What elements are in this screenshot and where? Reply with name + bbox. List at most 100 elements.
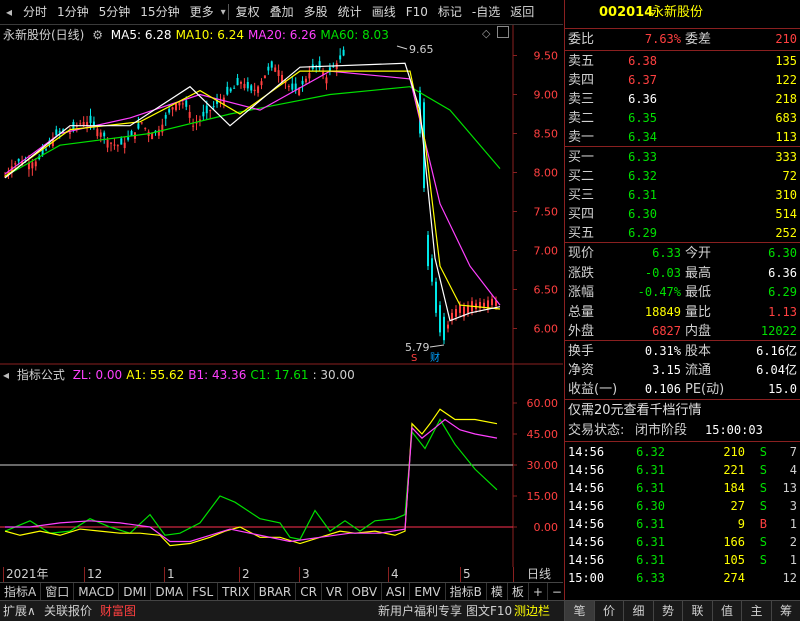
tick-row: 14:566.31105S1 <box>565 551 800 569</box>
candle-body <box>18 159 20 161</box>
tick-side: S <box>760 443 767 461</box>
toolbar-item[interactable]: 统计 <box>333 0 367 24</box>
ma-label: MA60: 8.03 <box>320 28 388 42</box>
toolbar-item[interactable]: 5分钟 <box>94 0 136 24</box>
collapse-icon[interactable]: ◂ <box>0 0 18 24</box>
indicator-tab[interactable]: 板 <box>508 583 529 601</box>
toolbar-item[interactable]: 15分钟 <box>135 0 184 24</box>
indicator-tab[interactable]: 窗口 <box>41 583 74 601</box>
quote-tab[interactable]: 筹 <box>771 601 800 621</box>
toolbar-item[interactable]: F10 <box>401 0 433 24</box>
candle-body <box>124 143 126 148</box>
quote-tab[interactable]: 笔 <box>564 601 594 621</box>
indicator-tab[interactable]: + <box>529 583 548 601</box>
bottom-right-item[interactable]: 测边栏 <box>514 601 550 621</box>
tick-price: 6.31 <box>636 479 665 497</box>
toolbar-item[interactable]: 分时 <box>18 0 52 24</box>
fundamental-row: 换手0.31%股本6.16亿 <box>565 342 800 361</box>
fundamental-label: 流通 <box>685 361 711 380</box>
candle-body <box>172 107 174 109</box>
tick-row: 15:006.3327412 <box>565 569 800 587</box>
stat-label: 总量 <box>568 303 594 322</box>
ma-label: MA5: 6.28 <box>111 28 172 42</box>
indicator-tab[interactable]: BRAR <box>255 583 297 601</box>
indicator-value-label: A1: 55.62 <box>126 368 184 382</box>
x-axis-label: 2021年 <box>3 567 49 582</box>
toolbar-item[interactable]: 标记 <box>433 0 467 24</box>
tick-time: 14:56 <box>568 479 604 497</box>
candle-body <box>267 67 269 71</box>
quote-tab[interactable]: 值 <box>712 601 742 621</box>
indicator-tab[interactable]: TRIX <box>218 583 254 601</box>
toolbar-item[interactable]: 1分钟 <box>52 0 94 24</box>
weibi-label: 委比 <box>568 30 594 49</box>
indicator-chart[interactable]: 60.0045.0030.0015.000.00 ◂ 指标公式 ZL: 0.00… <box>0 365 563 567</box>
toolbar-item[interactable]: 画线 <box>367 0 401 24</box>
indicator-tab[interactable]: VR <box>322 583 348 601</box>
toolbar-item[interactable]: 多股 <box>299 0 333 24</box>
indicator-tab[interactable]: CR <box>296 583 322 601</box>
tick-volume: 105 <box>723 551 745 569</box>
indicator-tab[interactable]: 模 <box>487 583 508 601</box>
tick-count: 7 <box>790 443 797 461</box>
candle-body <box>55 129 57 135</box>
indicator-tab[interactable]: EMV <box>410 583 445 601</box>
promo-text[interactable]: 仅需20元查看千档行情 <box>568 401 702 420</box>
candle-body <box>59 131 61 133</box>
quote-tab[interactable]: 细 <box>623 601 653 621</box>
stat-value: 12022 <box>761 322 797 341</box>
indicator-tab[interactable]: 指标B <box>446 583 487 601</box>
quote-tab[interactable]: 主 <box>741 601 771 621</box>
quote-tab[interactable]: 势 <box>653 601 683 621</box>
toolbar-item[interactable]: 复权 <box>231 0 265 24</box>
candle-body <box>45 149 47 150</box>
settings-icon[interactable]: ⚙ <box>92 28 103 42</box>
candle-body <box>158 130 160 136</box>
period-label[interactable]: 日线 <box>513 567 564 582</box>
candle-body <box>288 86 290 87</box>
quote-tab[interactable]: 价 <box>594 601 624 621</box>
b1-line <box>5 420 497 542</box>
candle-body <box>427 235 429 266</box>
indicator-tab[interactable]: ASI <box>382 583 410 601</box>
bottom-left-item[interactable]: 扩展∧ <box>3 601 36 621</box>
candle-body <box>192 126 194 127</box>
indicator-title[interactable]: 指标公式 <box>17 368 65 382</box>
bottom-left-item[interactable]: 关联报价 <box>44 601 92 621</box>
toolbar-item[interactable]: -自选 <box>467 0 505 24</box>
bottom-right-item[interactable]: 图文F10 <box>466 601 512 621</box>
order-volume: 514 <box>775 205 797 224</box>
quote-tab[interactable]: 联 <box>682 601 712 621</box>
candle-body <box>271 61 273 67</box>
bottom-right-item[interactable]: 新用户福利专享 <box>378 601 462 621</box>
order-volume: 252 <box>775 224 797 243</box>
candle-body <box>110 143 112 144</box>
toolbar-item[interactable]: 返回 <box>505 0 539 24</box>
candle-body <box>435 282 437 313</box>
indicator-tab[interactable]: 指标A <box>0 583 41 601</box>
indicator-tab[interactable]: FSL <box>188 583 218 601</box>
candle-body <box>120 138 122 144</box>
indicator-value-label: C1: 17.61 <box>250 368 308 382</box>
order-volume: 218 <box>775 90 797 109</box>
toolbar-item[interactable]: 更多 <box>185 0 219 24</box>
y-tick-label: 7.00 <box>534 245 559 258</box>
indicator-collapse-icon[interactable]: ◂ <box>3 368 9 382</box>
indicator-tab[interactable]: DMA <box>151 583 188 601</box>
tick-price: 6.31 <box>636 515 665 533</box>
maximize-icon[interactable] <box>497 26 509 38</box>
price-chart[interactable]: 9.509.008.508.007.507.006.506.009.655.79… <box>0 25 563 365</box>
diamond-icon[interactable]: ◇ <box>482 27 490 40</box>
promo-row[interactable]: 仅需20元查看千档行情 <box>565 401 800 420</box>
order-label: 买四 <box>568 205 594 224</box>
indicator-tab[interactable]: DMI <box>119 583 151 601</box>
indicator-tab[interactable]: OBV <box>348 583 383 601</box>
stat-value: 6827 <box>652 322 681 341</box>
candle-body <box>178 102 180 105</box>
indicator-tab[interactable]: MACD <box>74 583 119 601</box>
order-price: 6.32 <box>628 167 657 186</box>
tick-price: 6.31 <box>636 551 665 569</box>
toolbar-item[interactable]: 叠加 <box>265 0 299 24</box>
bottom-left-item[interactable]: 财富图 <box>100 601 136 621</box>
indicator-value-label: : 30.00 <box>313 368 355 382</box>
